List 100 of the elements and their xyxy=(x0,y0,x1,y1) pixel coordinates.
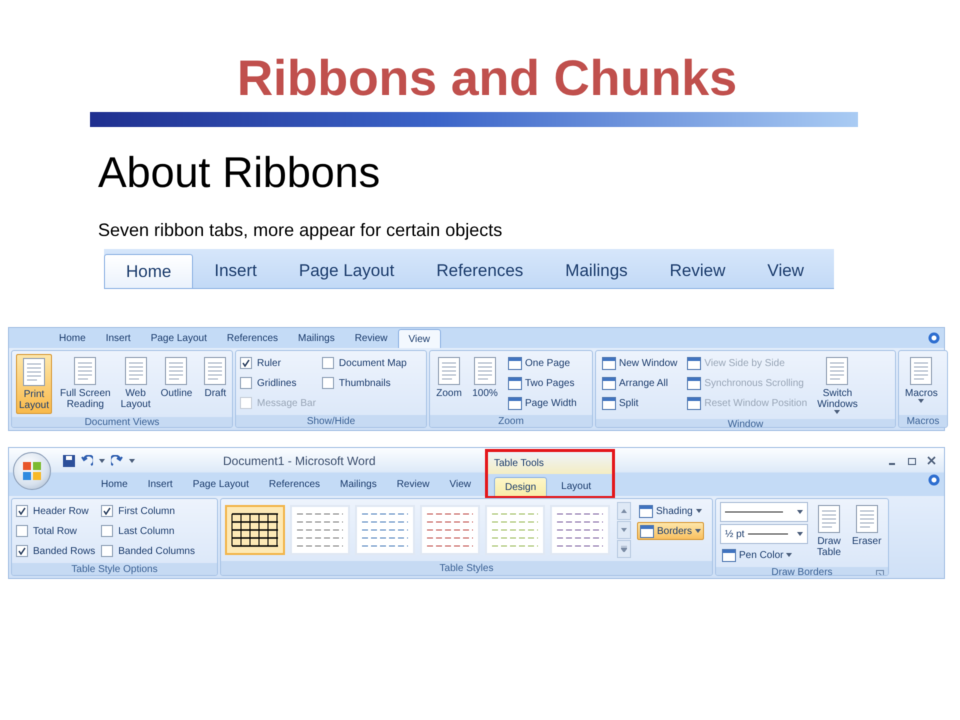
page-icon xyxy=(824,356,850,386)
checkbox-label: Document Map xyxy=(338,358,407,368)
ribbon-button[interactable]: Eraser xyxy=(850,502,884,560)
customize-caret-icon xyxy=(129,459,135,463)
ribbon-button[interactable]: Outline xyxy=(158,354,194,412)
close-icon[interactable] xyxy=(927,456,936,465)
ribbon-button[interactable]: Full Screen Reading xyxy=(58,354,113,412)
ribbon-tab[interactable]: References xyxy=(258,475,330,494)
checkbox-label: Gridlines xyxy=(257,378,296,388)
ribbon-tab[interactable]: Insert xyxy=(193,254,278,288)
page-icon xyxy=(163,356,190,386)
more-button[interactable] xyxy=(617,540,631,558)
save-icon[interactable] xyxy=(63,455,75,467)
window-icon xyxy=(639,504,653,518)
help-icon[interactable] xyxy=(928,332,940,344)
ribbon-tab[interactable]: References xyxy=(216,329,288,348)
ribbon-tab[interactable]: Mailings xyxy=(544,254,649,288)
undo-icon[interactable] xyxy=(81,455,93,467)
ribbon-button[interactable]: Web Layout xyxy=(118,354,153,412)
line-picker[interactable] xyxy=(720,502,808,522)
checkbox-label: Header Row xyxy=(33,506,89,516)
window-icon xyxy=(602,396,616,410)
undo-caret-icon xyxy=(99,459,105,463)
ribbon-button[interactable]: Borders xyxy=(637,522,704,540)
redo-icon[interactable] xyxy=(111,455,123,467)
group-label: Table Styles xyxy=(440,562,494,574)
window-icon xyxy=(687,356,702,370)
ribbon-tab[interactable]: Mailings xyxy=(288,329,345,348)
ribbon-tab[interactable]: Page Layout xyxy=(278,254,416,288)
page-icon xyxy=(72,356,98,386)
more-arrow-icon xyxy=(621,546,627,552)
ribbon-button[interactable]: Shading xyxy=(637,502,704,520)
ribbon-tab[interactable]: Review xyxy=(344,329,398,348)
ribbon-tab[interactable]: View xyxy=(440,475,481,494)
checkbox[interactable] xyxy=(101,545,114,557)
checkbox[interactable] xyxy=(322,377,334,389)
checkbox[interactable] xyxy=(16,505,28,517)
ribbon-button[interactable]: New Window xyxy=(600,354,680,372)
ribbon-button[interactable]: Two Pages xyxy=(506,374,579,392)
checkbox[interactable] xyxy=(322,357,334,369)
ribbon-tab[interactable]: Design xyxy=(494,477,548,496)
ribbon-tab[interactable]: Page Layout xyxy=(182,475,259,494)
restore-icon[interactable] xyxy=(908,456,917,465)
ribbon-tab[interactable]: Review xyxy=(386,475,440,494)
ribbon-button[interactable]: One Page xyxy=(506,354,579,372)
ribbon-button[interactable]: Print Layout xyxy=(16,354,52,414)
help-icon[interactable] xyxy=(928,474,940,486)
window-icon xyxy=(602,376,616,390)
ribbon-tab[interactable]: Home xyxy=(104,254,194,288)
page-icon xyxy=(854,504,880,534)
ribbon-tab[interactable]: View xyxy=(398,329,441,348)
ribbon-button[interactable]: Pen Color xyxy=(720,546,808,564)
ribbon-button[interactable]: Page Width xyxy=(506,394,579,412)
ribbon-tab[interactable]: Home xyxy=(49,329,96,348)
checkbox-label: First Column xyxy=(118,506,175,516)
ribbon-tab[interactable]: Insert xyxy=(138,475,183,494)
checkbox-label: Ruler xyxy=(257,358,281,368)
up-arrow-icon xyxy=(621,509,627,513)
checkbox[interactable] xyxy=(240,357,252,369)
checkbox[interactable] xyxy=(16,525,28,537)
group-label: Show/Hide xyxy=(306,416,356,426)
checkbox-label: Banded Rows xyxy=(33,546,96,556)
checkbox[interactable] xyxy=(101,525,114,537)
ribbon-tab[interactable]: Layout xyxy=(551,477,602,496)
checkbox[interactable] xyxy=(101,505,114,517)
ribbon-button[interactable]: Zoom xyxy=(434,354,464,412)
ribbon-button[interactable]: Draw Table xyxy=(814,502,844,560)
office-button[interactable] xyxy=(13,452,51,490)
ribbon-button[interactable]: Arrange All xyxy=(600,374,680,392)
ribbon-tab[interactable]: References xyxy=(415,254,544,288)
ribbon-tab[interactable]: Page Layout xyxy=(140,329,217,348)
page-icon xyxy=(472,356,498,386)
ribbon-tab[interactable]: Insert xyxy=(96,329,141,348)
window-icon xyxy=(508,356,522,370)
window-icon xyxy=(508,376,522,390)
page-icon xyxy=(21,357,48,387)
scroll-down-button[interactable] xyxy=(617,521,631,539)
checkbox[interactable] xyxy=(16,545,28,557)
ribbon-button[interactable]: Macros xyxy=(903,354,940,412)
ribbon-button[interactable]: Draft xyxy=(200,354,230,412)
window-icon xyxy=(722,548,736,562)
checkbox-label: Last Column xyxy=(118,526,174,536)
line-picker[interactable]: ½ pt xyxy=(720,524,808,544)
ribbon-tab[interactable]: Review xyxy=(648,254,746,288)
ribbon-tab[interactable]: View xyxy=(746,254,825,288)
ribbon-tab[interactable]: Mailings xyxy=(330,475,387,494)
group-label: Window xyxy=(728,419,764,427)
scroll-up-button[interactable] xyxy=(617,502,631,520)
ribbon-tab[interactable]: Home xyxy=(91,475,138,494)
window-icon xyxy=(687,396,702,410)
line-icon xyxy=(725,511,783,513)
office-logo-icon xyxy=(22,461,42,481)
ribbon-button[interactable]: Switch Windows xyxy=(815,354,860,416)
checkbox[interactable] xyxy=(240,377,252,389)
slide-title: Ribbons and Chunks xyxy=(236,49,738,108)
checkbox-label: Banded Columns xyxy=(118,546,195,556)
page-icon xyxy=(436,356,462,386)
page-icon xyxy=(202,356,228,386)
ribbon-button[interactable]: Split xyxy=(600,394,680,412)
ribbon-button[interactable]: 100% xyxy=(470,354,500,412)
